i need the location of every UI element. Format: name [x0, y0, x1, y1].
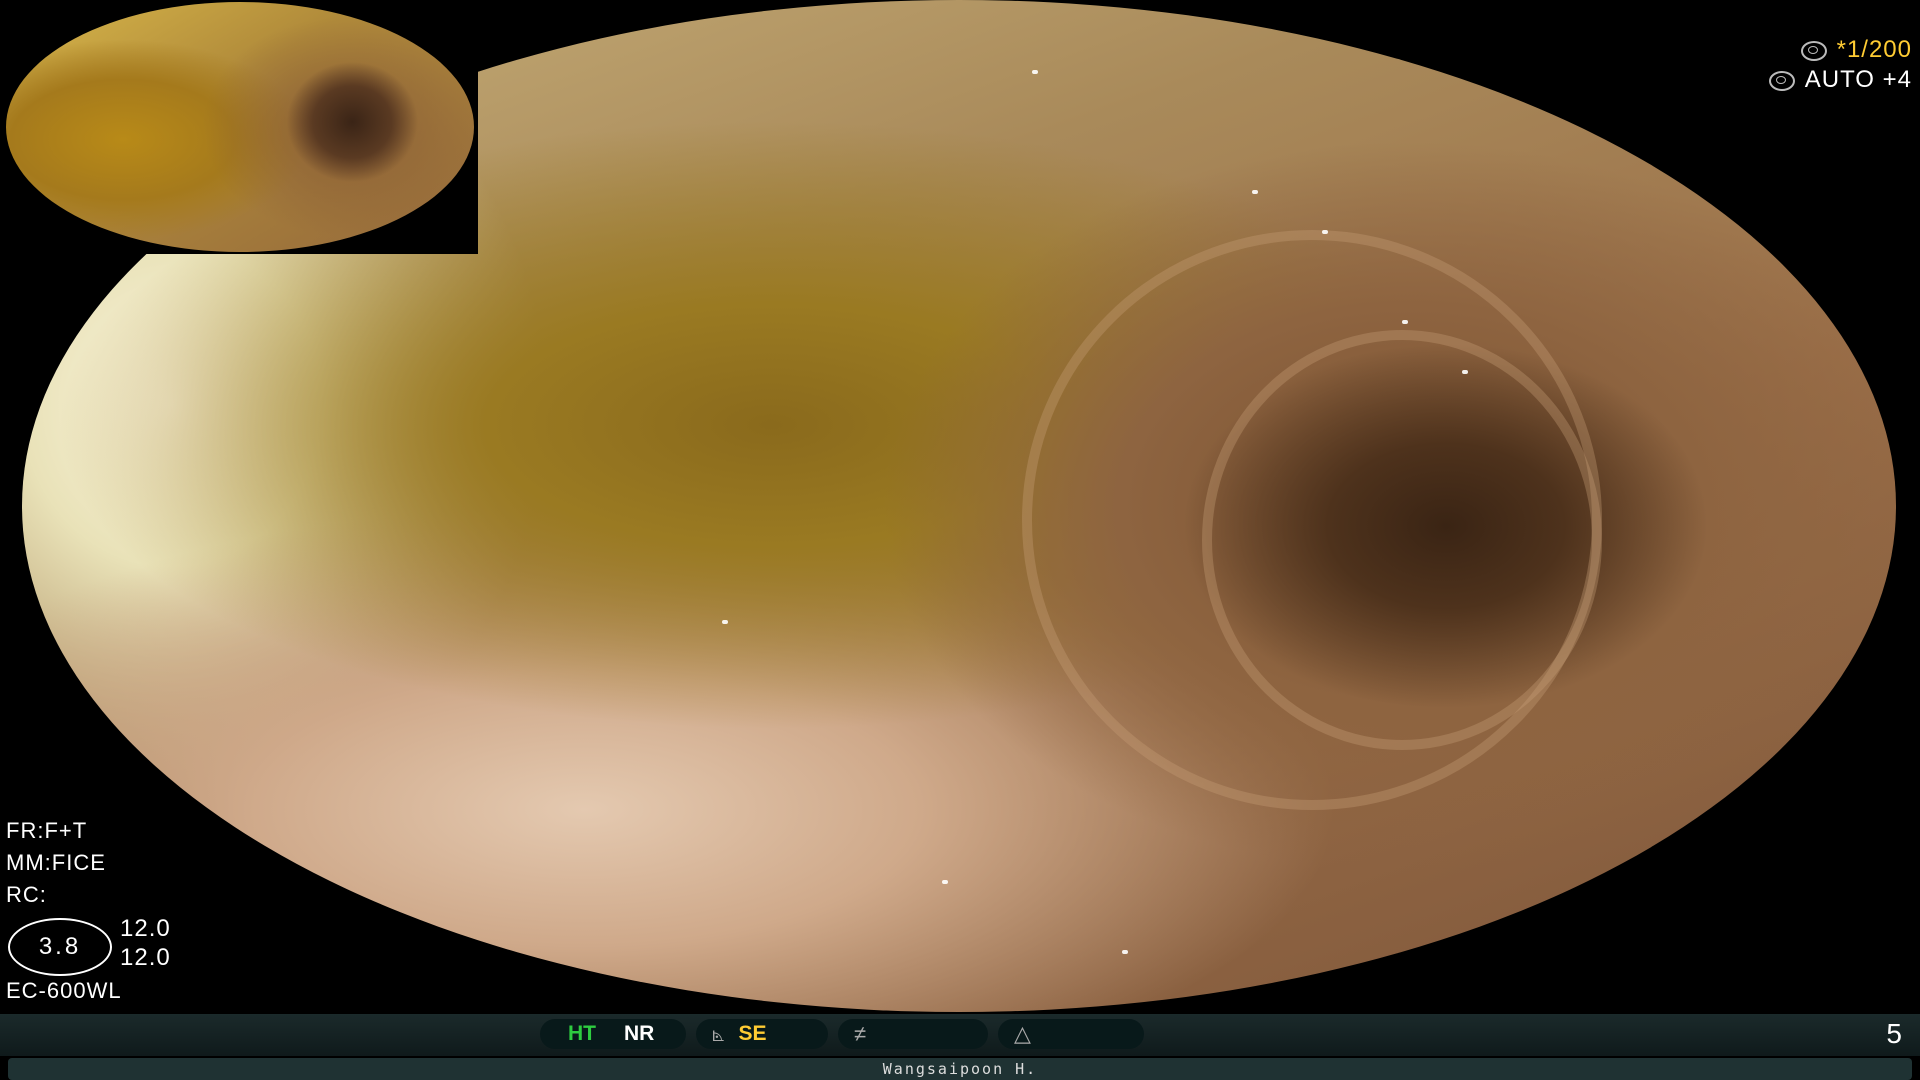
specular-glint	[1402, 320, 1408, 324]
mode-pill-ht-nr: HT NR	[540, 1019, 686, 1049]
lumen-fold-inner	[1202, 330, 1602, 750]
mode-pill-contrast: △	[998, 1019, 1144, 1049]
shutter-icon	[1800, 40, 1827, 61]
pip-endoscope-view	[6, 2, 474, 252]
specular-glint	[1322, 230, 1328, 234]
specular-glint	[1252, 190, 1258, 194]
zoom-value: 3.8	[38, 933, 82, 960]
color-enhance-icon: ≠	[854, 1021, 867, 1046]
page-number: 5	[1886, 1018, 1902, 1049]
mode-se: SE	[738, 1022, 767, 1045]
auto-contrast-icon: △	[1014, 1021, 1031, 1046]
specular-glint	[1462, 370, 1468, 374]
status-bar: HT NR ⦝ SE ≠ △	[0, 1014, 1920, 1056]
shutter-asterisk: *	[1836, 36, 1847, 63]
specular-glint	[722, 620, 728, 624]
operator-name: Wangsaipoon H.	[8, 1058, 1912, 1080]
specular-glint	[942, 880, 948, 884]
mode-nr: NR	[624, 1022, 655, 1045]
specular-glint	[1032, 70, 1038, 74]
shutter-value: 1/200	[1846, 36, 1912, 63]
scope-model: EC-600WL	[6, 978, 122, 1003]
shutter-readout: *1/200	[1800, 36, 1912, 63]
info-value-2: 12.0	[120, 944, 171, 971]
specular-glint	[1122, 950, 1128, 954]
mm-setting: MM:FICE	[6, 850, 106, 875]
rc-setting: RC:	[6, 882, 47, 907]
fr-setting: FR:F+T	[6, 818, 88, 843]
mode-ht: HT	[568, 1022, 596, 1045]
mode-pill-color: ≠	[838, 1019, 988, 1049]
pip-frame	[0, 0, 478, 254]
structure-enhance-icon: ⦝	[712, 1021, 725, 1046]
exposure-value: AUTO +4	[1804, 66, 1912, 93]
mode-pill-se: ⦝ SE	[696, 1019, 828, 1049]
zoom-badge: 3.8	[8, 918, 112, 976]
iris-icon	[1768, 70, 1795, 91]
exposure-readout: AUTO +4	[1768, 66, 1912, 93]
info-value-1: 12.0	[120, 915, 171, 942]
